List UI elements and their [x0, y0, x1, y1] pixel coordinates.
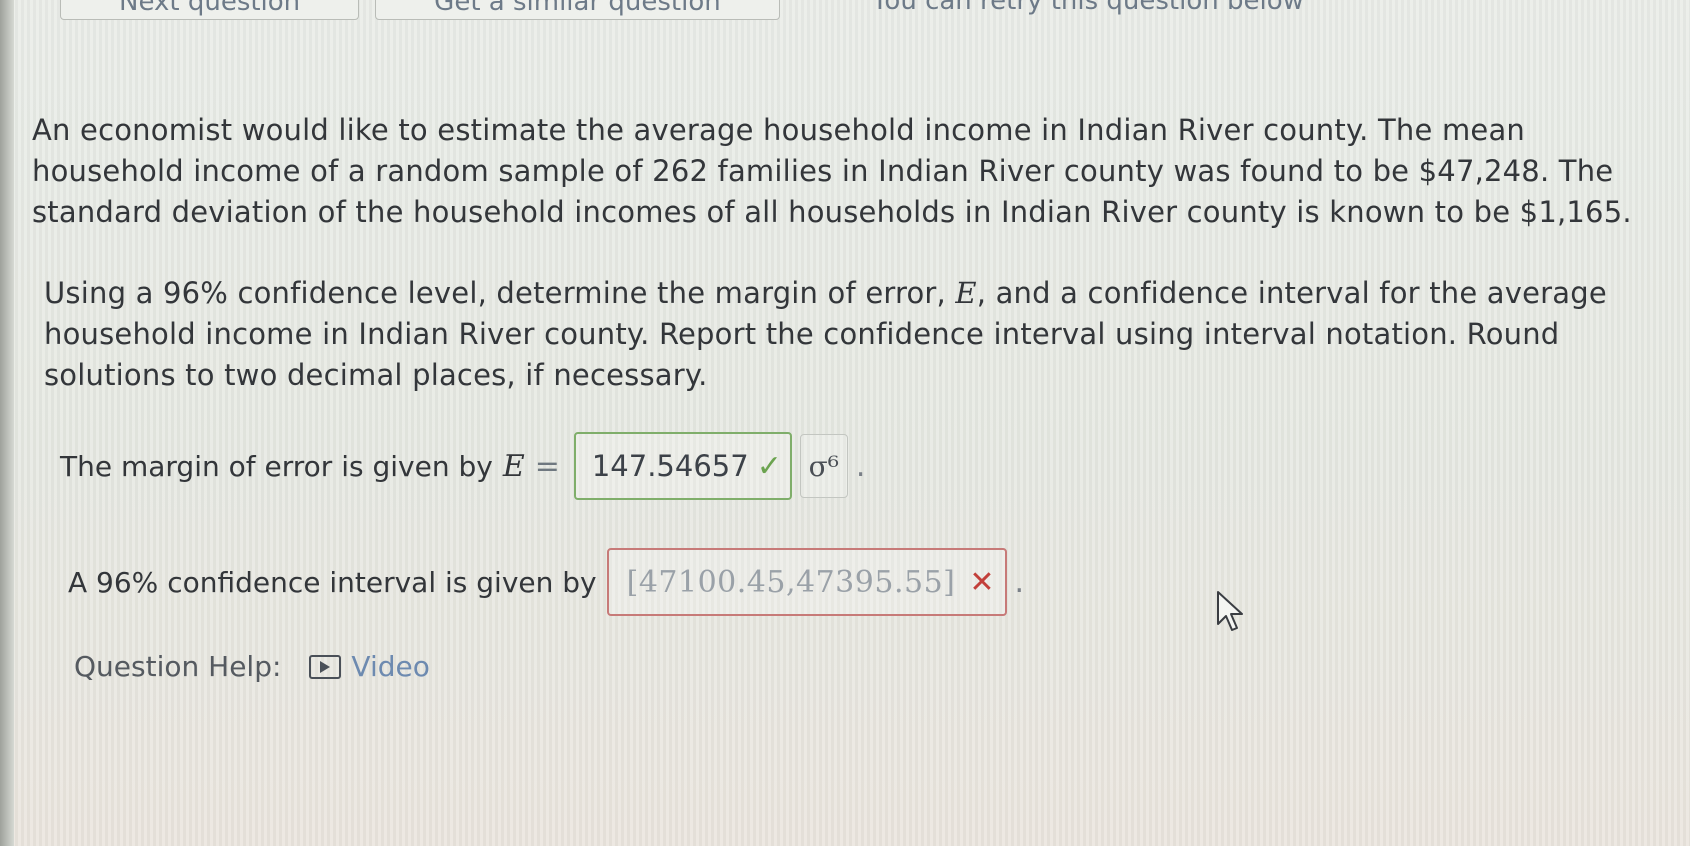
check-icon: ✓ [756, 448, 782, 484]
math-symbols-button[interactable]: σ⁶ [799, 434, 848, 498]
video-link-label: Video [351, 650, 430, 683]
margin-of-error-row: The margin of error is given by E = 147.… [60, 432, 865, 500]
top-button-bar: Next question Get a similar question [60, 0, 780, 20]
problem-paragraph-2: Using a 96% confidence level, determine … [44, 273, 1644, 396]
period: . [1014, 564, 1025, 600]
question-help: Question Help: Video [74, 650, 430, 683]
page: Next question Get a similar question You… [0, 0, 1690, 846]
video-link[interactable]: Video [309, 650, 430, 683]
next-question-button[interactable]: Next question [60, 0, 360, 20]
paragraph-2-text-start: Using a 96% confidence level, determine … [44, 276, 956, 310]
margin-of-error-input[interactable]: 147.54657 ✓ [573, 432, 792, 500]
period: . [855, 448, 866, 484]
similar-question-button[interactable]: Get a similar question [375, 0, 780, 20]
problem-paragraph-1: An economist would like to estimate the … [32, 113, 1632, 229]
confidence-interval-row: A 96% confidence interval is given by [4… [68, 548, 1024, 616]
margin-variable: E [955, 276, 977, 310]
confidence-interval-value: [47100.45,47395.55] [626, 564, 956, 600]
mouse-cursor-icon [1217, 591, 1243, 631]
confidence-interval-input[interactable]: [47100.45,47395.55] ✕ [606, 548, 1007, 616]
confidence-interval-label: A 96% confidence interval is given by [68, 565, 597, 599]
margin-variable-label: E [502, 448, 525, 484]
question-help-label: Question Help: [74, 650, 282, 683]
screen-edge [0, 0, 14, 846]
equals-sign: = [534, 448, 560, 484]
margin-of-error-value: 147.54657 [591, 449, 749, 483]
margin-of-error-label: The margin of error is given by [60, 449, 493, 483]
x-icon: ✕ [969, 564, 995, 600]
retry-text: You can retry this question below [872, 0, 1304, 16]
play-icon [309, 654, 342, 679]
